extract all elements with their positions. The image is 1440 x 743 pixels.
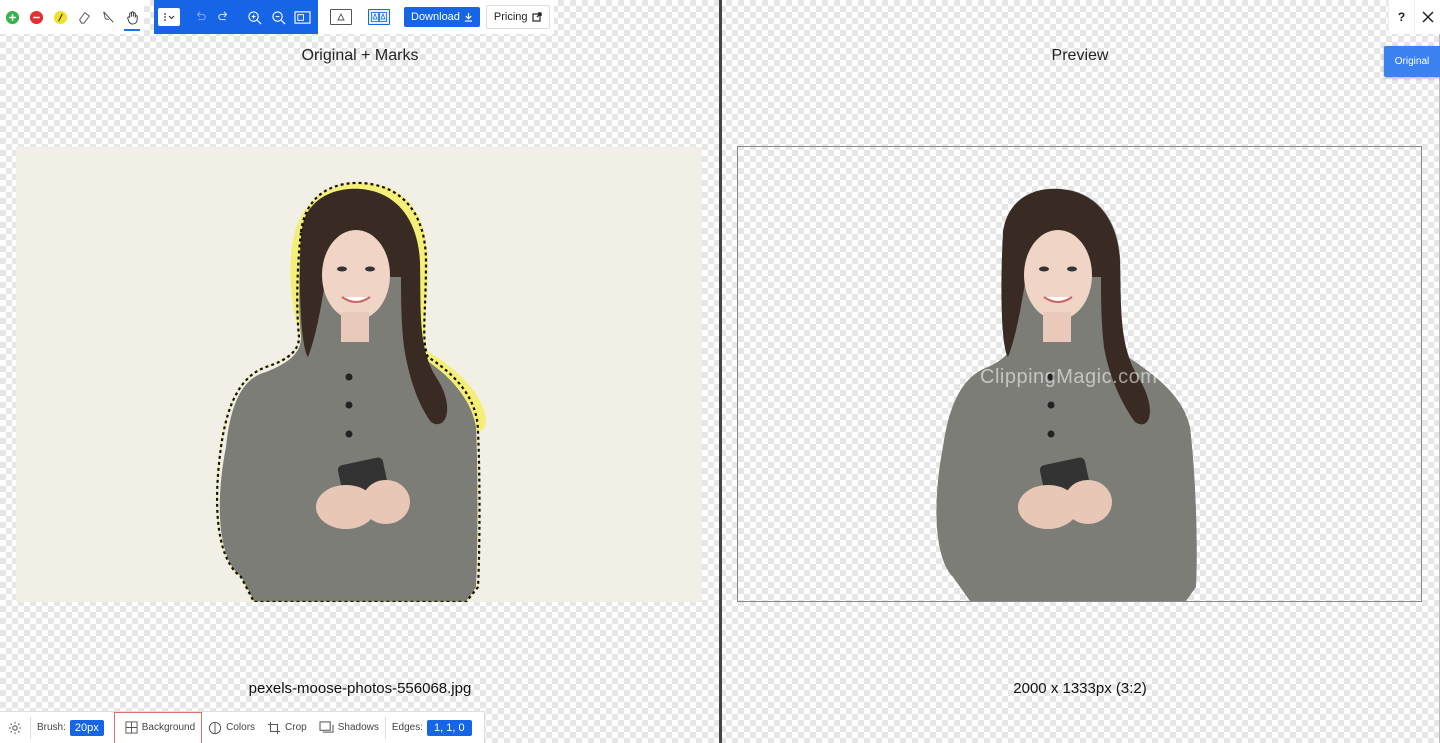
undo-button[interactable] [188,0,212,34]
shadows-icon [319,721,334,733]
zoom-out-icon [271,10,285,24]
download-button[interactable]: Download [404,7,480,27]
keep-tool[interactable] [0,0,24,34]
plus-circle-icon [5,10,19,24]
marking-tools [0,0,144,34]
download-label: Download [411,11,460,23]
edit-tools [154,0,318,34]
scalpel-icon [103,11,114,23]
right-pane-title: Preview [1051,47,1109,64]
crop-icon [267,721,281,734]
more-chevron-icon [164,13,175,21]
external-link-icon [531,12,542,22]
hand-icon [126,10,138,25]
pricing-button[interactable]: Pricing [485,5,550,29]
split-view-button[interactable] [368,9,390,25]
left-pane-title: Original + Marks [301,47,419,64]
crop-button[interactable]: Crop [261,712,313,743]
shadows-button[interactable]: Shadows [313,712,385,743]
settings-button[interactable] [0,712,30,743]
zoom-in-icon [247,10,261,24]
brush-label: Brush: [37,722,66,733]
subject-with-marks [216,181,486,602]
colors-label: Colors [226,722,256,733]
view-tools: Download Pricing [318,0,554,34]
edges-control[interactable]: Edges: 1, 1, 0 [386,712,478,743]
watermark-text: ClippingMagic.com [980,366,1158,388]
edges-label: Edges: [391,722,424,733]
colors-button[interactable]: Colors [202,712,261,743]
fit-screen-icon [293,10,311,24]
background-label: Background [141,722,196,733]
dimensions-caption: 2000 x 1333px (3:2) [1013,680,1147,697]
close-button[interactable] [1414,0,1440,34]
zoom-in-button[interactable] [242,0,266,34]
original-image-canvas[interactable] [16,147,702,602]
shadows-label: Shadows [337,722,379,733]
pricing-label: Pricing [493,11,528,23]
hair-tool[interactable] [48,0,72,34]
edges-value[interactable]: 1, 1, 0 [427,719,472,736]
background-button[interactable]: Background [113,711,203,743]
close-icon [1421,11,1434,23]
tool-menu-button[interactable] [158,8,180,26]
eraser-icon [79,11,90,24]
bottom-toolbar: Brush: 20px Background Colors Crop Shado… [0,711,485,743]
filename-caption: pexels-moose-photos-556068.jpg [248,680,472,697]
remove-tool[interactable] [24,0,48,34]
original-toggle-tab[interactable]: Original [1384,46,1440,77]
fit-button[interactable] [290,0,314,34]
single-view-button[interactable] [330,9,352,25]
redo-icon [218,11,227,21]
single-view-icon [337,13,345,21]
gear-icon [8,721,22,734]
pan-tool[interactable] [120,0,144,34]
brush-size-control[interactable]: Brush: 20px [31,712,110,743]
minus-circle-icon [29,10,43,24]
redo-button[interactable] [212,0,236,34]
help-button[interactable]: ? [1388,0,1414,34]
top-toolbar: Download Pricing [0,0,554,34]
original-tab-label: Original [1394,56,1430,67]
split-view-icon [371,12,387,22]
download-icon [464,12,473,22]
scalpel-tool[interactable] [96,0,120,34]
eraser-tool[interactable] [72,0,96,34]
window-controls: ? [1388,0,1440,34]
brush-size-value[interactable]: 20px [69,719,104,736]
help-label: ? [1397,10,1406,24]
pane-divider[interactable] [719,0,722,743]
background-grid-icon [125,721,138,734]
hair-brush-icon [53,10,67,24]
crop-label: Crop [285,722,307,733]
zoom-out-button[interactable] [266,0,290,34]
colors-icon [208,721,222,734]
undo-icon [197,11,206,21]
